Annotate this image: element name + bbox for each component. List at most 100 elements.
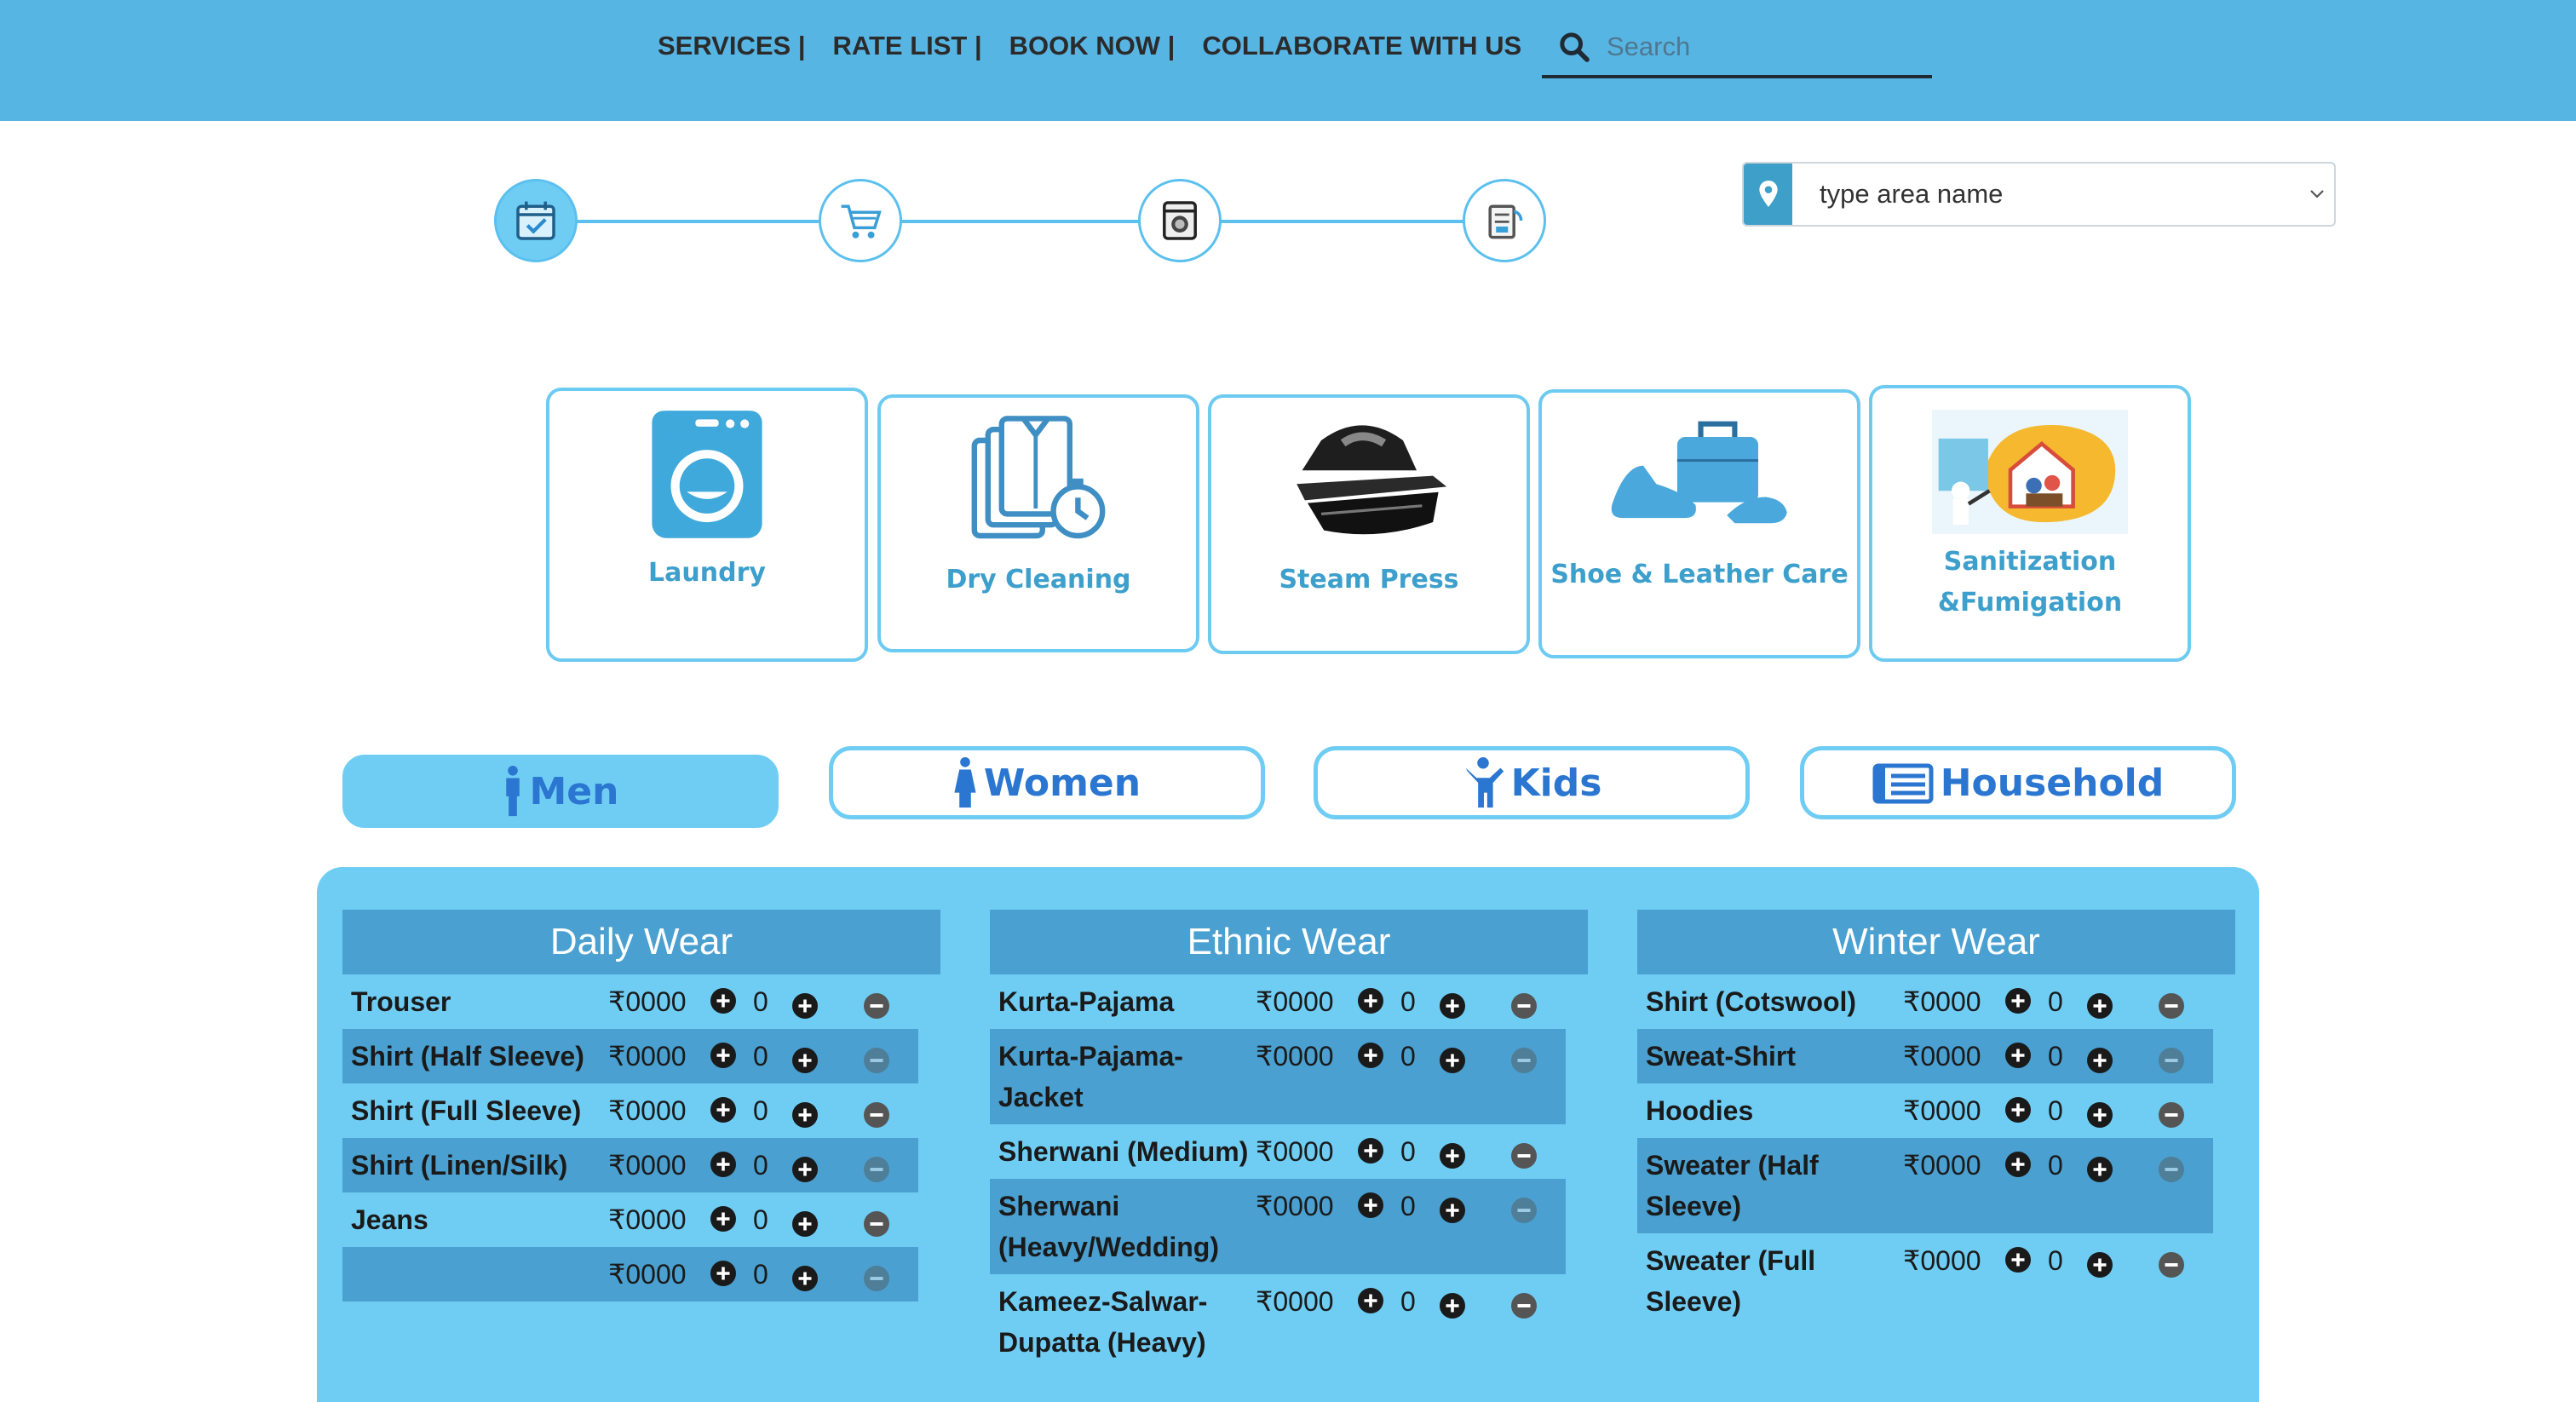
item-price: ₹0000 (1903, 1041, 1981, 1072)
service-shoe-leather-care[interactable]: Shoe & Leather Care (1538, 389, 1860, 658)
item-name: Sherwani (Heavy/Wedding) (998, 1191, 1219, 1262)
minus-circle-icon[interactable] (2159, 1102, 2184, 1128)
item-price: ₹0000 (1256, 1286, 1334, 1317)
plus-circle-icon[interactable] (710, 1206, 736, 1232)
item-qty: 0 (753, 986, 768, 1017)
item-name: Sweat-Shirt (1646, 1041, 1797, 1072)
service-laundry[interactable]: Laundry (546, 388, 868, 662)
plus-circle-icon[interactable] (1440, 1143, 1465, 1169)
nav-services[interactable]: SERVICES | (658, 31, 806, 61)
plus-circle-icon[interactable] (1358, 1192, 1383, 1218)
rate-row: Kurta-Pajama ₹0000 0 (990, 974, 1566, 1029)
item-qty: 0 (1400, 1286, 1416, 1317)
plus-circle-icon[interactable] (710, 1097, 736, 1123)
item-name (351, 1254, 607, 1295)
minus-circle-icon[interactable] (864, 1157, 889, 1182)
plus-circle-icon[interactable] (2087, 1102, 2113, 1128)
minus-circle-icon[interactable] (864, 993, 889, 1019)
plus-circle-icon[interactable] (1440, 1048, 1465, 1073)
plus-circle-icon[interactable] (792, 1266, 818, 1291)
step-delivery[interactable] (1463, 179, 1546, 262)
nav-book-now[interactable]: BOOK NOW | (1009, 31, 1176, 61)
area-select[interactable]: type area name (1742, 162, 2336, 227)
plus-circle-icon[interactable] (792, 1157, 818, 1182)
item-price: ₹0000 (608, 1041, 687, 1072)
column-ethnic-wear: Ethnic Wear Kurta-Pajama ₹0000 0 Kurta-Paj… (990, 910, 1588, 1370)
plus-circle-icon[interactable] (2005, 1152, 2031, 1177)
minus-circle-icon[interactable] (1511, 1198, 1537, 1223)
plus-circle-icon[interactable] (1358, 988, 1383, 1014)
tab-label: Household (1940, 761, 2165, 805)
item-name: Shirt (Linen/Silk) (351, 1150, 568, 1181)
plus-circle-icon[interactable] (1440, 1293, 1465, 1319)
plus-circle-icon[interactable] (2087, 1048, 2113, 1073)
plus-circle-icon[interactable] (792, 1211, 818, 1237)
shirt-timer-icon (940, 413, 1136, 549)
nav-rate-list[interactable]: RATE LIST | (833, 31, 982, 61)
chevron-down-icon (2300, 164, 2334, 225)
plus-circle-icon[interactable] (1358, 1043, 1383, 1068)
minus-circle-icon[interactable] (2159, 1048, 2184, 1073)
minus-circle-icon[interactable] (864, 1048, 889, 1073)
plus-circle-icon[interactable] (2087, 993, 2113, 1019)
plus-circle-icon[interactable] (1358, 1288, 1383, 1313)
rate-row: Trouser ₹0000 0 (342, 974, 918, 1029)
plus-circle-icon[interactable] (710, 1152, 736, 1177)
minus-circle-icon[interactable] (864, 1266, 889, 1291)
plus-circle-icon[interactable] (2005, 1043, 2031, 1068)
item-name: Kameez-Salwar-Dupatta (Heavy) (998, 1286, 1208, 1358)
plus-circle-icon[interactable] (710, 1261, 736, 1286)
column-title: Ethnic Wear (990, 910, 1588, 974)
step-wash[interactable] (1138, 179, 1222, 262)
item-qty: 0 (2048, 1041, 2063, 1072)
search-icon[interactable] (1557, 30, 1591, 64)
plus-circle-icon[interactable] (2005, 988, 2031, 1014)
item-qty: 0 (2048, 986, 2063, 1017)
step-cart[interactable] (819, 179, 902, 262)
plus-circle-icon[interactable] (710, 1043, 736, 1068)
minus-circle-icon[interactable] (2159, 1157, 2184, 1182)
calendar-icon (516, 201, 555, 240)
step-schedule[interactable] (494, 179, 578, 262)
service-dry-cleaning[interactable]: Dry Cleaning (877, 394, 1199, 652)
plus-circle-icon[interactable] (792, 993, 818, 1019)
item-name: Shirt (Cotswool) (1646, 986, 1857, 1017)
minus-circle-icon[interactable] (1511, 1048, 1537, 1073)
minus-circle-icon[interactable] (1511, 1143, 1537, 1169)
plus-circle-icon[interactable] (1440, 993, 1465, 1019)
plus-circle-icon[interactable] (2005, 1097, 2031, 1123)
minus-circle-icon[interactable] (2159, 1252, 2184, 1278)
item-name: Hoodies (1646, 1095, 1754, 1126)
plus-circle-icon[interactable] (792, 1102, 818, 1128)
item-price: ₹0000 (1256, 1191, 1334, 1221)
search-box (1542, 19, 1932, 78)
item-qty: 0 (753, 1259, 768, 1290)
tab-men[interactable]: Men (342, 755, 779, 828)
service-steam-press[interactable]: Steam Press (1208, 394, 1530, 654)
plus-circle-icon[interactable] (792, 1048, 818, 1073)
rate-row: Jeans ₹0000 0 (342, 1192, 918, 1247)
plus-circle-icon[interactable] (710, 988, 736, 1014)
washing-machine-icon (609, 406, 805, 543)
rate-row: Sweat-Shirt ₹0000 0 (1637, 1029, 2213, 1083)
item-qty: 0 (753, 1041, 768, 1072)
search-input[interactable] (1607, 32, 1913, 62)
item-qty: 0 (2048, 1150, 2063, 1181)
plus-circle-icon[interactable] (1440, 1198, 1465, 1223)
plus-circle-icon[interactable] (1358, 1138, 1383, 1164)
minus-circle-icon[interactable] (864, 1102, 889, 1128)
household-icon (1872, 763, 1934, 804)
plus-circle-icon[interactable] (2087, 1252, 2113, 1278)
service-sanitization[interactable]: Sanitization &Fumigation (1869, 385, 2191, 662)
tab-household[interactable]: Household (1800, 746, 2236, 819)
minus-circle-icon[interactable] (2159, 993, 2184, 1019)
nav-collaborate[interactable]: COLLABORATE WITH US (1202, 31, 1521, 61)
tab-women[interactable]: Women (829, 746, 1265, 819)
minus-circle-icon[interactable] (864, 1211, 889, 1237)
cart-icon (841, 204, 882, 238)
tab-kids[interactable]: Kids (1314, 746, 1750, 819)
plus-circle-icon[interactable] (2087, 1157, 2113, 1182)
minus-circle-icon[interactable] (1511, 993, 1537, 1019)
plus-circle-icon[interactable] (2005, 1247, 2031, 1273)
minus-circle-icon[interactable] (1511, 1293, 1537, 1319)
